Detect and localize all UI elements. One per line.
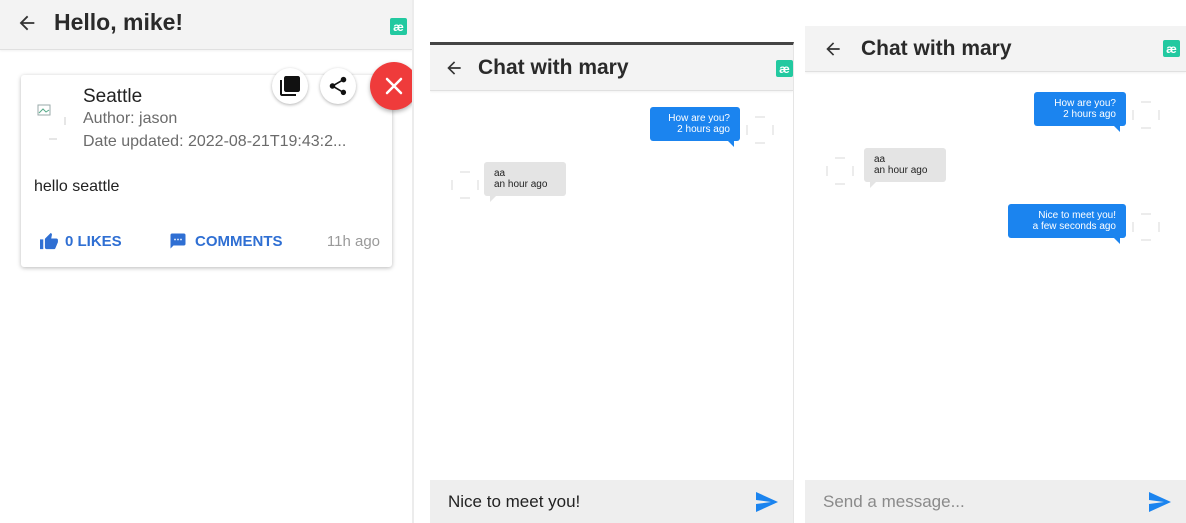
message-bubble: How are you? 2 hours ago — [650, 107, 740, 147]
message-text: Nice to meet you! — [1038, 210, 1116, 221]
message-text: aa — [874, 154, 886, 165]
post-author: Author: jason — [83, 110, 178, 127]
message-text: How are you? — [668, 113, 730, 124]
send-icon[interactable] — [1148, 491, 1172, 513]
comments-button[interactable]: COMMENTS — [169, 232, 283, 250]
library-icon — [280, 76, 300, 96]
chat-title: Chat with mary — [478, 55, 629, 79]
back-button[interactable] — [430, 45, 478, 91]
message-time: a few seconds ago — [1032, 221, 1116, 232]
message-time: 2 hours ago — [1063, 109, 1116, 120]
message-bubble: Nice to meet you! a few seconds ago — [1008, 204, 1126, 244]
app-logo: æ — [776, 60, 793, 77]
app-logo: æ — [1163, 40, 1180, 57]
chat-app-bar: Chat with mary æ — [430, 45, 793, 91]
avatar — [1132, 213, 1160, 241]
app-logo: æ — [390, 18, 407, 35]
message-bubble: aa an hour ago — [864, 148, 946, 188]
post-date-updated: Date updated: 2022-08-21T19:43:2... — [83, 133, 347, 150]
feed-screen: Hello, mike! æ Seattle Author: jason Dat… — [0, 0, 414, 523]
message-time: 2 hours ago — [677, 124, 730, 135]
back-arrow-icon — [826, 41, 840, 56]
back-button[interactable] — [0, 0, 54, 50]
like-button[interactable]: 0 LIKES — [39, 232, 122, 250]
post-time-ago: 11h ago — [326, 233, 380, 250]
message-text: aa — [494, 168, 506, 179]
feed-app-bar: Hello, mike! æ — [0, 0, 412, 50]
gallery-button[interactable] — [272, 68, 308, 104]
avatar — [826, 157, 854, 185]
message-bubble: How are you? 2 hours ago — [1034, 92, 1126, 132]
likes-label: 0 LIKES — [65, 232, 122, 250]
message-text: How are you? — [1054, 98, 1116, 109]
message-input[interactable]: Send a message... — [823, 492, 965, 512]
post-place: Seattle — [83, 86, 143, 107]
chat-screen-typing: Chat with mary æ How are you? 2 hours ag… — [430, 42, 794, 523]
message-input-bar: Nice to meet you! — [430, 480, 793, 523]
message-input[interactable]: Nice to meet you! — [448, 492, 580, 512]
message-input-bar: Send a message... — [805, 480, 1186, 523]
comments-label: COMMENTS — [195, 232, 283, 250]
share-button[interactable] — [320, 68, 356, 104]
message-bubble: aa an hour ago — [484, 162, 566, 202]
chat-screen-sent: Chat with mary æ How are you? 2 hours ag… — [805, 26, 1186, 523]
avatar — [1132, 101, 1160, 129]
avatar — [746, 116, 774, 144]
send-icon[interactable] — [755, 491, 779, 513]
page-title: Hello, mike! — [54, 9, 184, 35]
chat-title: Chat with mary — [861, 36, 1012, 60]
comment-icon — [170, 233, 186, 249]
post-body: hello seattle — [34, 178, 120, 195]
message-time: an hour ago — [494, 179, 548, 190]
close-icon — [385, 77, 403, 95]
back-arrow-icon — [19, 15, 35, 30]
avatar — [451, 171, 479, 199]
thumb-up-icon — [40, 232, 58, 250]
back-arrow-icon — [447, 60, 461, 75]
share-icon — [329, 76, 347, 96]
message-time: an hour ago — [874, 165, 928, 176]
broken-image-icon — [37, 104, 66, 140]
back-button[interactable] — [805, 26, 861, 72]
close-button[interactable] — [370, 62, 412, 110]
chat-app-bar: Chat with mary æ — [805, 26, 1186, 72]
